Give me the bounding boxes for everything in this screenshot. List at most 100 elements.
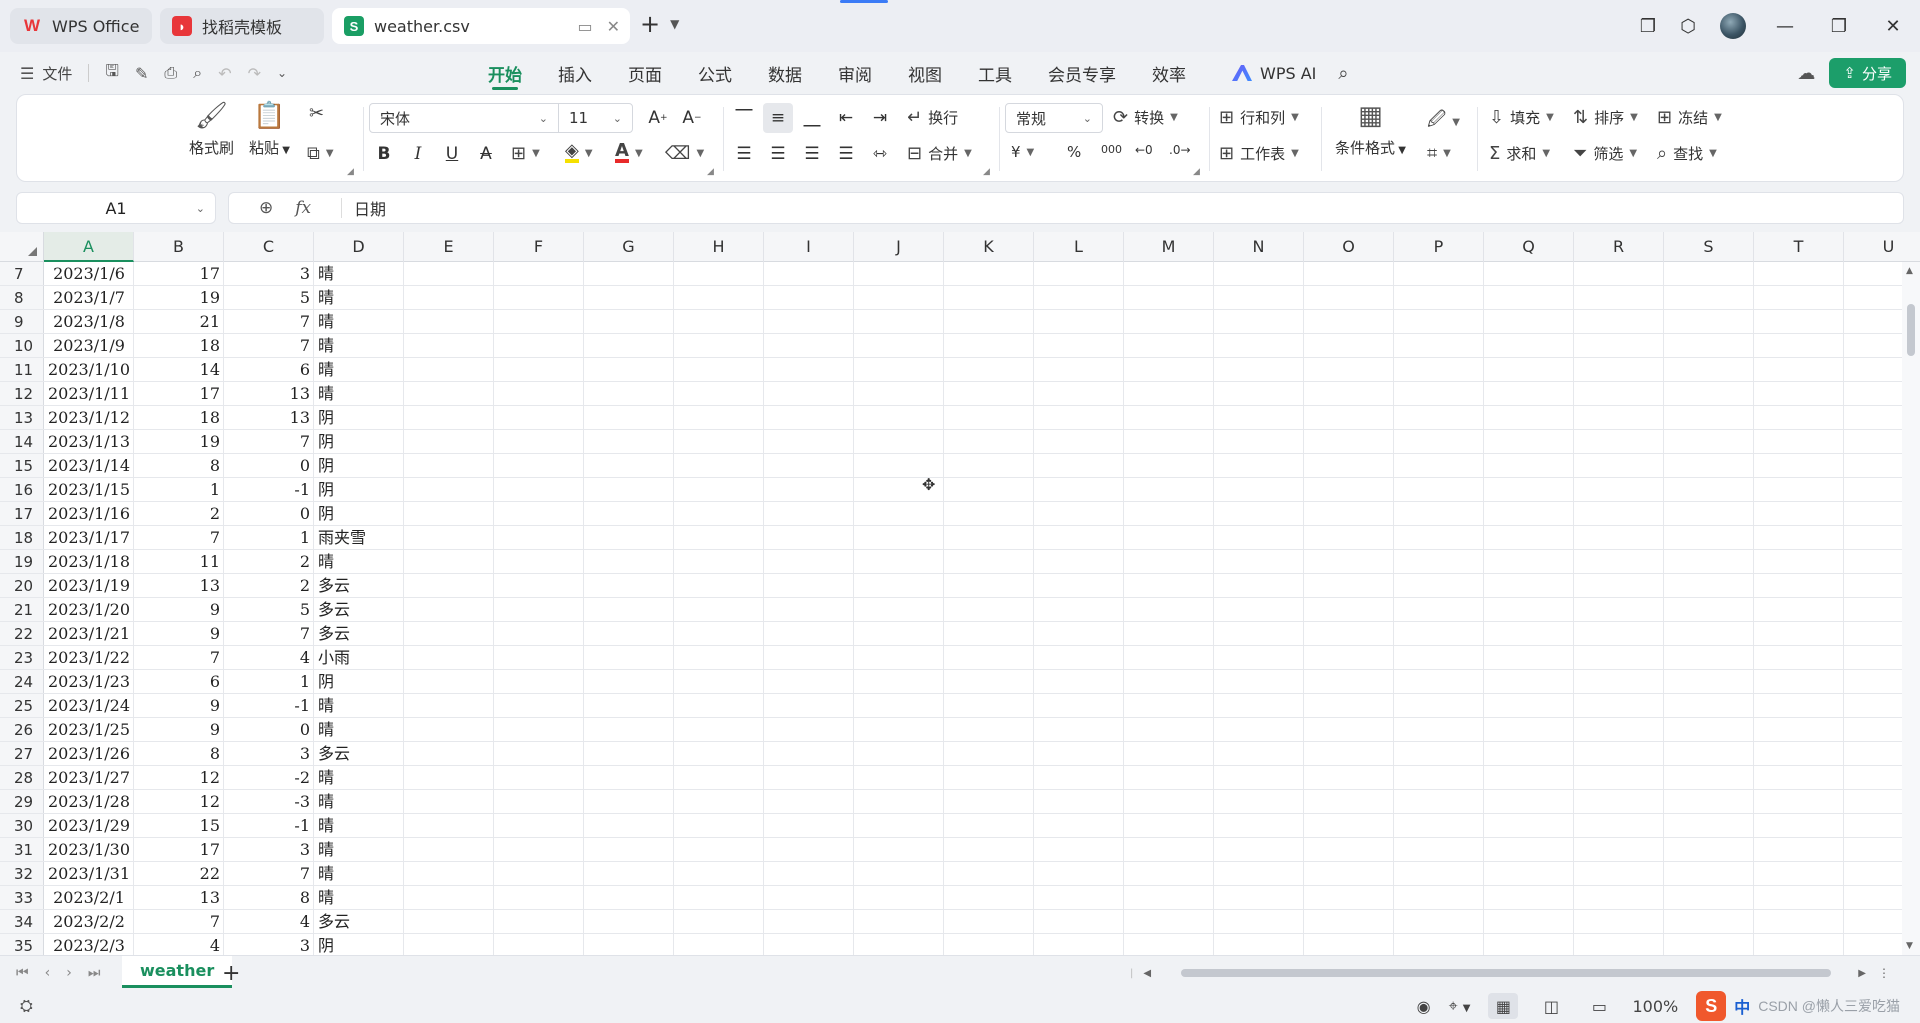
row-header[interactable]: 17	[0, 502, 44, 526]
wps-ai-button[interactable]: WPS AI ⌕	[1232, 52, 1348, 94]
cell-low-temp[interactable]: -2	[224, 766, 314, 790]
cell-date[interactable]: 2023/1/20	[44, 598, 134, 622]
cell-low-temp[interactable]: 3	[224, 262, 314, 286]
align-right-icon[interactable]: ☰	[797, 139, 827, 169]
column-header-r[interactable]: R	[1574, 232, 1664, 262]
name-box[interactable]: A1 ⌄	[16, 192, 216, 224]
cell-date[interactable]: 2023/1/23	[44, 670, 134, 694]
font-size-select[interactable]: 11 ⌄	[558, 103, 633, 133]
cube-icon[interactable]: ⬡	[1668, 6, 1708, 46]
tab-home[interactable]: 开始	[470, 52, 540, 94]
last-sheet-icon[interactable]: ⏭	[88, 965, 101, 981]
row-header[interactable]: 11	[0, 358, 44, 382]
row-header[interactable]: 34	[0, 910, 44, 934]
cell-low-temp[interactable]: -3	[224, 790, 314, 814]
cell-date[interactable]: 2023/1/29	[44, 814, 134, 838]
row-header[interactable]: 21	[0, 598, 44, 622]
locate-icon[interactable]: ⌖ ▼	[1449, 996, 1471, 1016]
tab-member[interactable]: 会员专享	[1030, 52, 1134, 94]
print-preview-icon[interactable]: ⌕	[193, 63, 202, 83]
column-header-d[interactable]: D	[314, 232, 404, 262]
cell-low-temp[interactable]: 13	[224, 382, 314, 406]
column-header-u[interactable]: U	[1844, 232, 1920, 262]
cell-high-temp[interactable]: 14	[134, 358, 224, 382]
row-header[interactable]: 7	[0, 262, 44, 286]
close-tab-icon[interactable]: ✕	[607, 17, 620, 36]
distribute-icon[interactable]: ⇿	[865, 139, 895, 169]
cell-weather[interactable]: 晴	[314, 694, 454, 718]
cell-high-temp[interactable]: 17	[134, 382, 224, 406]
cell-low-temp[interactable]: -1	[224, 694, 314, 718]
clear-format-button[interactable]: ⌫ ▼	[665, 143, 704, 164]
hamburger-icon[interactable]: ☰	[20, 64, 34, 83]
crop-button[interactable]: ⌗ ▼	[1427, 143, 1451, 164]
cell-high-temp[interactable]: 19	[134, 286, 224, 310]
cell-low-temp[interactable]: 3	[224, 742, 314, 766]
row-header[interactable]: 16	[0, 478, 44, 502]
cell-low-temp[interactable]: 2	[224, 550, 314, 574]
zoom-formula-icon[interactable]: ⊕	[259, 198, 273, 218]
cell-high-temp[interactable]: 21	[134, 310, 224, 334]
tab-review[interactable]: 审阅	[820, 52, 890, 94]
cell-weather[interactable]: 多云	[314, 622, 454, 646]
cell-low-temp[interactable]: 3	[224, 838, 314, 862]
vertical-scrollbar[interactable]: ▲ ▼	[1902, 262, 1920, 955]
prev-sheet-icon[interactable]: ‹	[45, 965, 51, 981]
cell-date[interactable]: 2023/1/21	[44, 622, 134, 646]
chevron-down-icon[interactable]: ▼	[670, 17, 679, 31]
add-sheet-button[interactable]: +	[222, 956, 240, 990]
cell-high-temp[interactable]: 17	[134, 262, 224, 286]
cloud-sync-icon[interactable]: ☁	[1797, 63, 1815, 84]
row-header[interactable]: 23	[0, 646, 44, 670]
decrease-font-button[interactable]: A −	[677, 103, 707, 133]
increase-decimal-button[interactable]: ←0	[1135, 143, 1153, 157]
avatar[interactable]	[1720, 13, 1746, 39]
page-layout-view-button[interactable]: ▭	[1584, 993, 1614, 1019]
align-left-icon[interactable]: ☰	[729, 139, 759, 169]
decrease-decimal-button[interactable]: .0→	[1169, 143, 1191, 157]
row-header[interactable]: 35	[0, 934, 44, 955]
cell-date[interactable]: 2023/2/1	[44, 886, 134, 910]
cell-weather[interactable]: 晴	[314, 334, 454, 358]
cell-high-temp[interactable]: 18	[134, 334, 224, 358]
cell-date[interactable]: 2023/2/3	[44, 934, 134, 955]
cell-low-temp[interactable]: 5	[224, 286, 314, 310]
cell-weather[interactable]: 多云	[314, 598, 454, 622]
cell-low-temp[interactable]: 8	[224, 886, 314, 910]
scroll-thumb[interactable]	[1181, 969, 1832, 977]
cell-weather[interactable]: 阴	[314, 934, 454, 955]
wrap-text-button[interactable]: ↵ 换行	[907, 107, 958, 128]
cell-date[interactable]: 2023/1/22	[44, 646, 134, 670]
tab-page[interactable]: 页面	[610, 52, 680, 94]
find-button[interactable]: ⌕ 查找 ▼	[1657, 143, 1717, 164]
italic-button[interactable]: I	[403, 139, 433, 169]
cell-high-temp[interactable]: 19	[134, 430, 224, 454]
sum-button[interactable]: Σ 求和 ▼	[1489, 143, 1550, 164]
eye-protection-icon[interactable]: ◉	[1417, 997, 1431, 1016]
close-window-button[interactable]: ✕	[1866, 6, 1920, 46]
cell-weather[interactable]: 晴	[314, 790, 454, 814]
cell-high-temp[interactable]: 22	[134, 862, 224, 886]
cell-weather[interactable]: 阴	[314, 454, 454, 478]
tab-docer-templates[interactable]: ◗ 找稻壳模板	[160, 8, 324, 44]
number-format-select[interactable]: 常规 ⌄	[1005, 103, 1103, 133]
cell-low-temp[interactable]: 7	[224, 310, 314, 334]
align-top-icon[interactable]: ⎺	[729, 103, 759, 133]
print-icon[interactable]: ⎙	[164, 63, 177, 83]
column-header-g[interactable]: G	[584, 232, 674, 262]
spreadsheet-grid[interactable]: ABCDEFGHIJKLMNOPQRSTU 7 8 9 10 11 12 13 14 15 16 1…	[0, 232, 1920, 955]
save-icon[interactable]: 🖫	[105, 60, 119, 87]
cell-date[interactable]: 2023/1/7	[44, 286, 134, 310]
cell-low-temp[interactable]: 0	[224, 454, 314, 478]
search-icon[interactable]: ⌕	[1338, 63, 1348, 84]
column-header-h[interactable]: H	[674, 232, 764, 262]
row-header[interactable]: 26	[0, 718, 44, 742]
cell-date[interactable]: 2023/1/19	[44, 574, 134, 598]
tab-data[interactable]: 数据	[750, 52, 820, 94]
fx-icon[interactable]: fx	[295, 198, 311, 218]
cell-low-temp[interactable]: 7	[224, 862, 314, 886]
cell-high-temp[interactable]: 7	[134, 910, 224, 934]
row-header[interactable]: 25	[0, 694, 44, 718]
more-icon[interactable]: ⋮	[1878, 966, 1890, 980]
cell-high-temp[interactable]: 11	[134, 550, 224, 574]
